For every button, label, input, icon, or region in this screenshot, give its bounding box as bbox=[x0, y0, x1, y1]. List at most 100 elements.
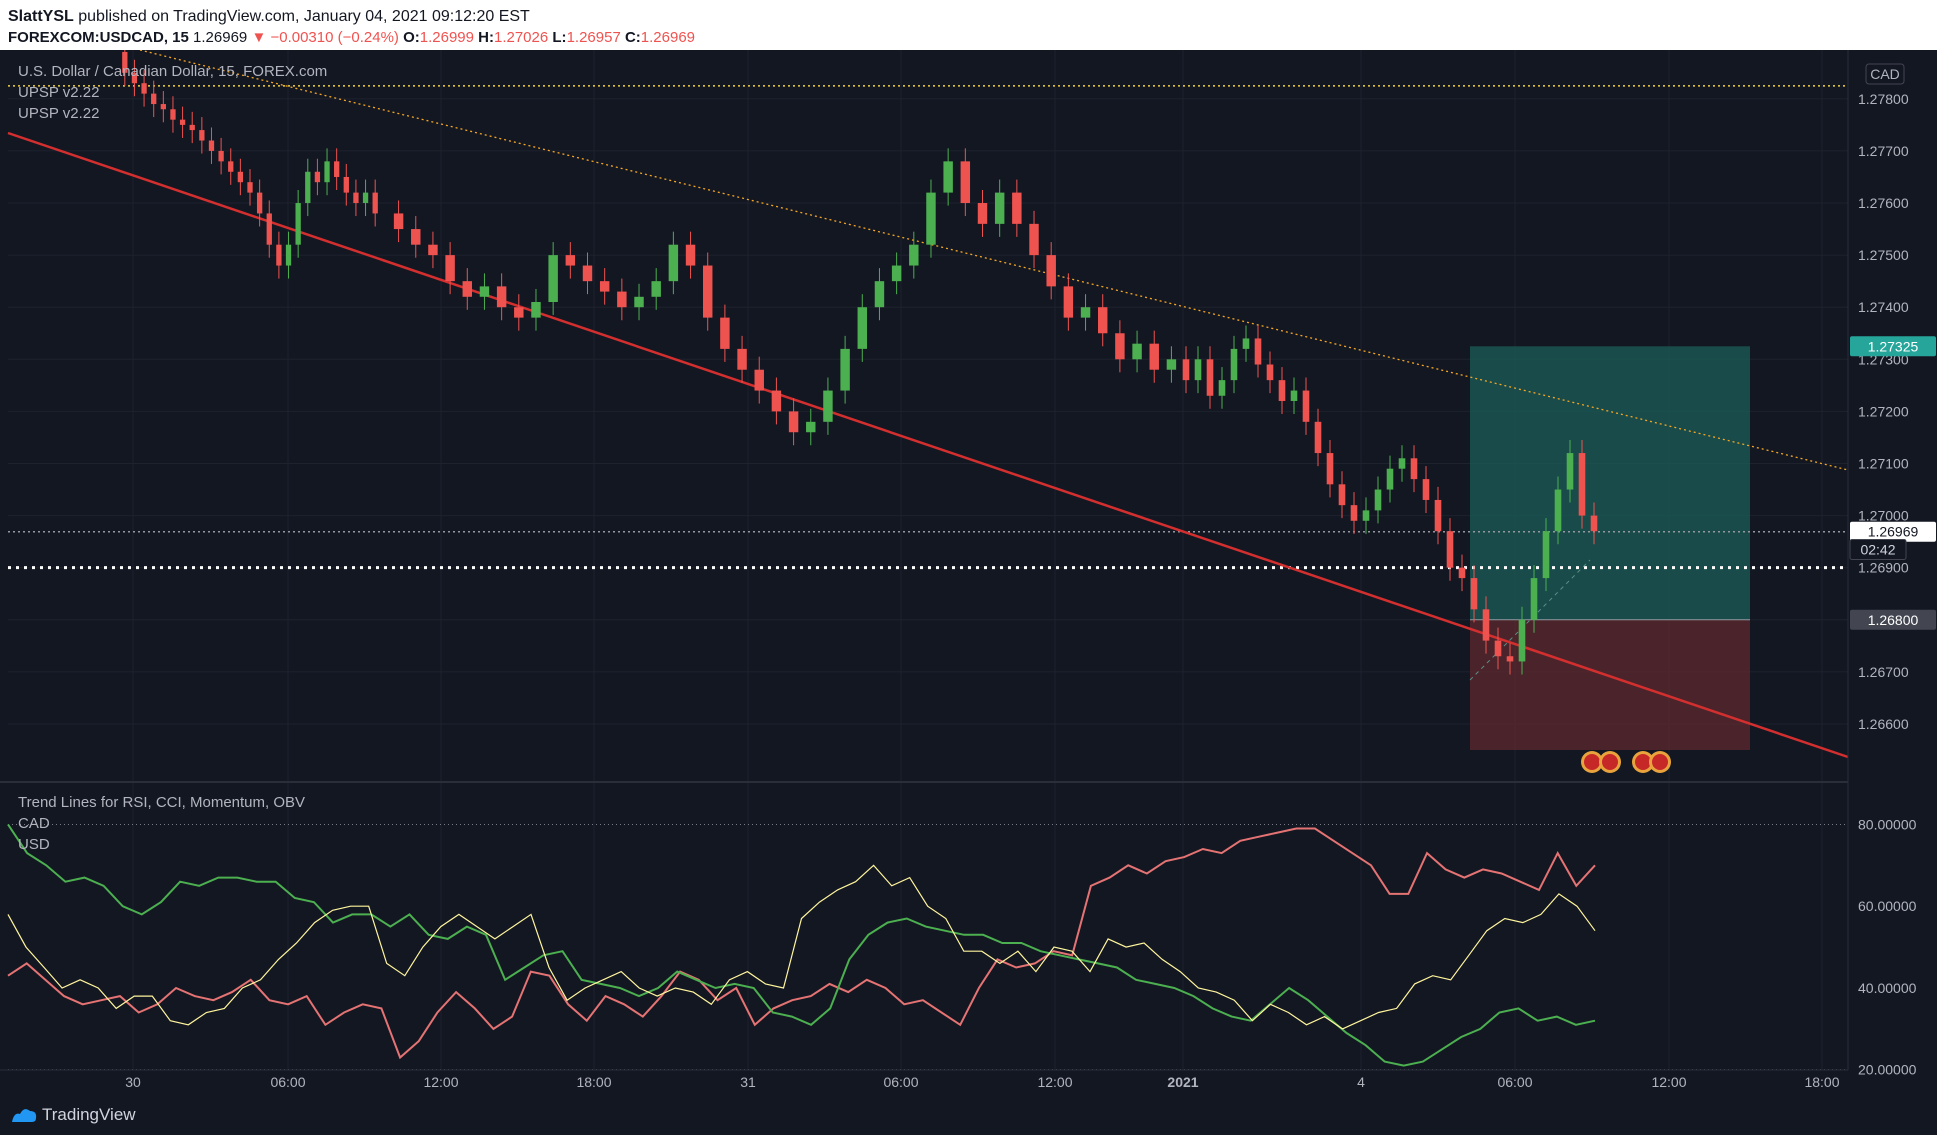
candle-body bbox=[295, 203, 301, 245]
candle-body bbox=[994, 192, 1005, 224]
candle-body bbox=[353, 192, 359, 204]
candle-body bbox=[1290, 390, 1298, 401]
candle-body bbox=[1578, 453, 1586, 516]
candle-body bbox=[737, 348, 747, 370]
candle-body bbox=[1458, 567, 1466, 579]
candle-body bbox=[1206, 359, 1214, 396]
candle-body bbox=[1218, 380, 1226, 396]
publish-info: published on TradingView.com, January 04… bbox=[78, 8, 530, 25]
candle-body bbox=[668, 244, 679, 282]
candle-body bbox=[462, 281, 473, 297]
oscillator-series bbox=[7, 823, 1848, 1071]
time-tick-label: 30 bbox=[125, 1074, 141, 1090]
time-tick-label: 31 bbox=[740, 1074, 756, 1090]
candle-body bbox=[943, 161, 953, 193]
candle-body bbox=[1566, 453, 1574, 490]
stop-zone bbox=[1470, 619, 1750, 750]
candle-body bbox=[1266, 364, 1274, 381]
chart-canvas[interactable]: CAD 1.27800 1.27700 1.27600 1.27500 1.27400 1.… bbox=[0, 50, 1937, 1093]
high-value: 1.27026 bbox=[493, 29, 549, 46]
candle-body bbox=[1029, 223, 1039, 256]
chart-legends: U.S. Dollar / Canadian Dollar, 15, FOREX… bbox=[18, 63, 327, 853]
candle-body bbox=[285, 244, 292, 266]
candle-body bbox=[617, 291, 627, 308]
candle-body bbox=[1482, 609, 1490, 641]
footer-brand[interactable]: TradingView bbox=[42, 1105, 136, 1125]
candle-body bbox=[788, 411, 799, 433]
candle-body bbox=[1554, 489, 1562, 532]
ohlc-line: FOREXCOM:USDCAD, 15 1.26969 ▼ −0.00310 (… bbox=[8, 29, 695, 46]
position-zones[interactable] bbox=[1470, 346, 1750, 750]
candle-body bbox=[1166, 359, 1177, 370]
candle-body bbox=[1422, 479, 1430, 500]
candle-body bbox=[170, 109, 176, 120]
candle-body bbox=[702, 265, 713, 318]
candle-body bbox=[276, 244, 282, 266]
candle-body bbox=[160, 104, 166, 110]
candle-body bbox=[479, 286, 490, 297]
last-price: 1.26969 bbox=[193, 29, 248, 46]
candle-body bbox=[266, 213, 272, 245]
candle-body bbox=[228, 161, 234, 172]
time-tick-label: 12:00 bbox=[423, 1074, 458, 1090]
candle-body bbox=[428, 244, 438, 256]
time-tick-label: 06:00 bbox=[1497, 1074, 1532, 1090]
time-tick-label: 18:00 bbox=[1804, 1074, 1839, 1090]
candle-body bbox=[1278, 380, 1286, 401]
candle-body bbox=[1434, 499, 1442, 532]
price-tick-label: 1.27400 bbox=[1858, 299, 1909, 315]
target-zone bbox=[1470, 346, 1750, 620]
candle-body bbox=[1518, 619, 1526, 662]
publish-line: SlattYSL published on TradingView.com, J… bbox=[8, 8, 530, 26]
candle-body bbox=[179, 119, 186, 125]
candle-body bbox=[1254, 338, 1262, 365]
change-arrow-icon: ▼ bbox=[251, 29, 267, 46]
time-tick-label: 06:00 bbox=[270, 1074, 305, 1090]
candle-body bbox=[393, 213, 404, 230]
currency-label: CAD bbox=[1870, 66, 1900, 82]
entry-price-label: 1.26800 bbox=[1868, 612, 1919, 628]
footer-bar: TradingView bbox=[0, 1093, 1937, 1135]
candle-body bbox=[977, 203, 988, 224]
candle-body bbox=[582, 265, 593, 282]
candle-body bbox=[565, 255, 576, 266]
candle-body bbox=[720, 317, 730, 349]
author-name[interactable]: SlattYSL bbox=[8, 8, 74, 25]
candle-body bbox=[1542, 531, 1550, 579]
candle-body bbox=[247, 182, 253, 193]
main-legend-line: UPSP v2.22 bbox=[18, 84, 99, 101]
candle-body bbox=[634, 296, 644, 308]
price-tick-label: 1.27600 bbox=[1858, 195, 1909, 211]
candle-body bbox=[514, 307, 524, 318]
open-value: 1.26999 bbox=[419, 29, 474, 46]
time-tick-label: 4 bbox=[1357, 1074, 1365, 1090]
economic-event-icons[interactable] bbox=[1581, 751, 1671, 773]
main-legend-line: UPSP v2.22 bbox=[18, 105, 99, 122]
candle-body bbox=[771, 390, 782, 412]
candle-body bbox=[189, 124, 195, 131]
chart-header: SlattYSL published on TradingView.com, J… bbox=[0, 0, 1937, 50]
low-label: L: bbox=[552, 29, 567, 46]
tradingview-logo-icon[interactable] bbox=[10, 1106, 38, 1124]
osc-series-line bbox=[7, 864, 1596, 1030]
price-tick-label: 1.27000 bbox=[1858, 508, 1909, 524]
candle-body bbox=[1230, 348, 1238, 381]
last-price-label: 1.26969 bbox=[1868, 524, 1919, 540]
candle-body bbox=[874, 281, 885, 308]
candle-body bbox=[685, 244, 696, 266]
candle-body bbox=[305, 171, 311, 204]
price-tick-label: 1.27200 bbox=[1858, 403, 1909, 419]
price-tick-label: 1.27700 bbox=[1858, 143, 1909, 159]
candle-body bbox=[151, 93, 157, 105]
candle-body bbox=[1012, 192, 1022, 224]
candle-body bbox=[208, 140, 215, 151]
candle-body bbox=[199, 130, 205, 141]
candle-body bbox=[1338, 484, 1346, 506]
candle-body bbox=[237, 171, 244, 183]
time-tick-label: 12:00 bbox=[1651, 1074, 1686, 1090]
candle-body bbox=[1242, 338, 1250, 349]
candle-body bbox=[1063, 286, 1074, 318]
candle-body bbox=[1326, 453, 1334, 485]
candle-body bbox=[1374, 489, 1382, 511]
countdown-price-label: 02:42 bbox=[1860, 541, 1895, 557]
